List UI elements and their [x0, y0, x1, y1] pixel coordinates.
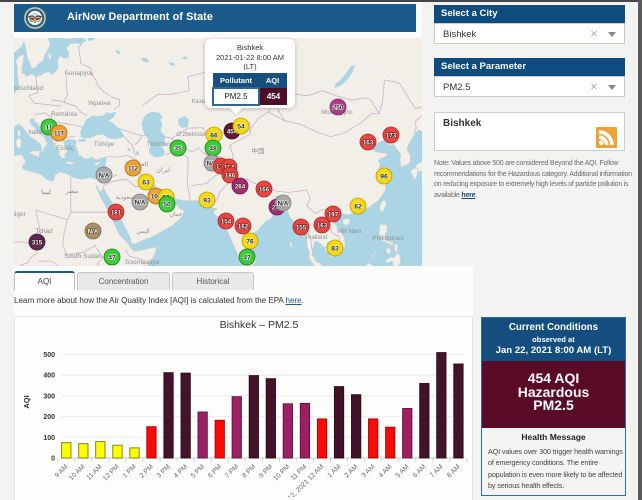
- svg-text:315: 315: [32, 239, 43, 246]
- svg-text:83: 83: [331, 245, 339, 252]
- svg-text:186: 186: [225, 172, 236, 179]
- svg-text:173: 173: [386, 132, 397, 139]
- svg-text:62: 62: [354, 203, 362, 210]
- svg-text:47: 47: [243, 254, 251, 261]
- svg-text:163: 163: [363, 139, 374, 146]
- svg-text:Philippines: Philippines: [372, 235, 404, 242]
- svg-text:1 PM: 1 PM: [122, 463, 138, 479]
- svg-text:ايران: ايران: [156, 166, 170, 174]
- svg-text:63: 63: [142, 179, 150, 186]
- svg-text:76: 76: [246, 238, 254, 245]
- svg-text:35: 35: [174, 145, 182, 152]
- svg-text:Italia: Italia: [28, 129, 42, 136]
- svg-text:8 AM: 8 AM: [446, 463, 462, 479]
- svg-text:N/A: N/A: [88, 228, 99, 235]
- svg-text:مصر: مصر: [65, 188, 79, 195]
- svg-text:Ελλάς: Ελλάς: [56, 144, 74, 152]
- svg-text:264: 264: [235, 183, 246, 190]
- svg-text:Türkiye: Türkiye: [94, 141, 115, 148]
- svg-text:3 AM: 3 AM: [361, 463, 377, 479]
- svg-text:5 PM: 5 PM: [190, 463, 206, 479]
- svg-text:162: 162: [238, 223, 249, 230]
- svg-text:300: 300: [43, 393, 55, 400]
- svg-text:6 AM: 6 AM: [412, 463, 428, 479]
- svg-text:47: 47: [108, 254, 116, 261]
- svg-text:Bishkek – PM2.5: Bishkek – PM2.5: [220, 319, 299, 331]
- svg-text:197: 197: [328, 211, 339, 218]
- svg-text:5 AM: 5 AM: [395, 463, 411, 479]
- svg-text:Беларусь: Беларусь: [65, 70, 94, 77]
- svg-text:Україна: Україна: [88, 100, 111, 107]
- svg-text:4 AM: 4 AM: [378, 463, 394, 479]
- svg-text:N/A: N/A: [278, 200, 289, 207]
- svg-text:155: 155: [296, 224, 307, 231]
- svg-text:4 PM: 4 PM: [173, 463, 189, 479]
- svg-text:11 AM: 11 AM: [85, 463, 103, 481]
- svg-text:اليمن: اليمن: [136, 228, 150, 235]
- svg-text:154: 154: [221, 218, 232, 225]
- svg-text:50: 50: [163, 201, 171, 208]
- svg-text:10 PM: 10 PM: [272, 463, 291, 482]
- svg-text:AQI: AQI: [22, 395, 31, 408]
- svg-text:48: 48: [209, 145, 217, 152]
- svg-text:400: 400: [43, 373, 55, 380]
- svg-text:Soomaaliya: Soomaaliya: [125, 259, 159, 266]
- svg-text:ليبيا: ليبيا: [41, 188, 51, 196]
- svg-text:12 PM: 12 PM: [102, 463, 121, 482]
- svg-text:100: 100: [43, 435, 55, 442]
- svg-text:7 PM: 7 PM: [224, 463, 240, 479]
- svg-text:54: 54: [237, 123, 245, 130]
- svg-text:66: 66: [210, 132, 218, 139]
- svg-text:Việt Nam: Việt Nam: [337, 229, 362, 235]
- svg-text:România: România: [51, 111, 77, 118]
- svg-text:112: 112: [128, 165, 139, 172]
- svg-text:Deutschland: Deutschland: [14, 85, 43, 92]
- svg-text:250: 250: [333, 104, 344, 111]
- svg-text:117: 117: [54, 130, 65, 137]
- svg-text:Niger: Niger: [14, 211, 27, 218]
- svg-text:3 PM: 3 PM: [156, 463, 172, 479]
- svg-text:7 AM: 7 AM: [429, 463, 445, 479]
- svg-text:N/A: N/A: [99, 172, 110, 179]
- svg-text:163: 163: [317, 222, 328, 229]
- svg-text:2 AM: 2 AM: [344, 463, 360, 479]
- svg-text:10 AM: 10 AM: [68, 463, 87, 482]
- svg-text:6 PM: 6 PM: [207, 463, 223, 479]
- svg-text:South Sudan: South Sudan: [64, 253, 102, 260]
- svg-text:200: 200: [43, 414, 55, 421]
- svg-text:93: 93: [203, 197, 211, 204]
- svg-text:عمان: عمان: [169, 211, 182, 218]
- svg-text:O'zbekiston: O'zbekiston: [176, 132, 207, 138]
- svg-text:2 PM: 2 PM: [139, 463, 155, 479]
- svg-text:Thailand: Thailand: [304, 235, 327, 241]
- svg-text:500: 500: [43, 352, 55, 359]
- svg-text:中国: 中国: [252, 146, 265, 155]
- svg-text:1 AM: 1 AM: [327, 463, 343, 479]
- svg-text:8 PM: 8 PM: [241, 463, 257, 479]
- svg-text:0: 0: [51, 456, 55, 463]
- svg-text:96: 96: [380, 173, 388, 180]
- svg-text:N/A: N/A: [135, 199, 146, 206]
- svg-text:166: 166: [259, 186, 270, 193]
- svg-text:181: 181: [111, 209, 122, 216]
